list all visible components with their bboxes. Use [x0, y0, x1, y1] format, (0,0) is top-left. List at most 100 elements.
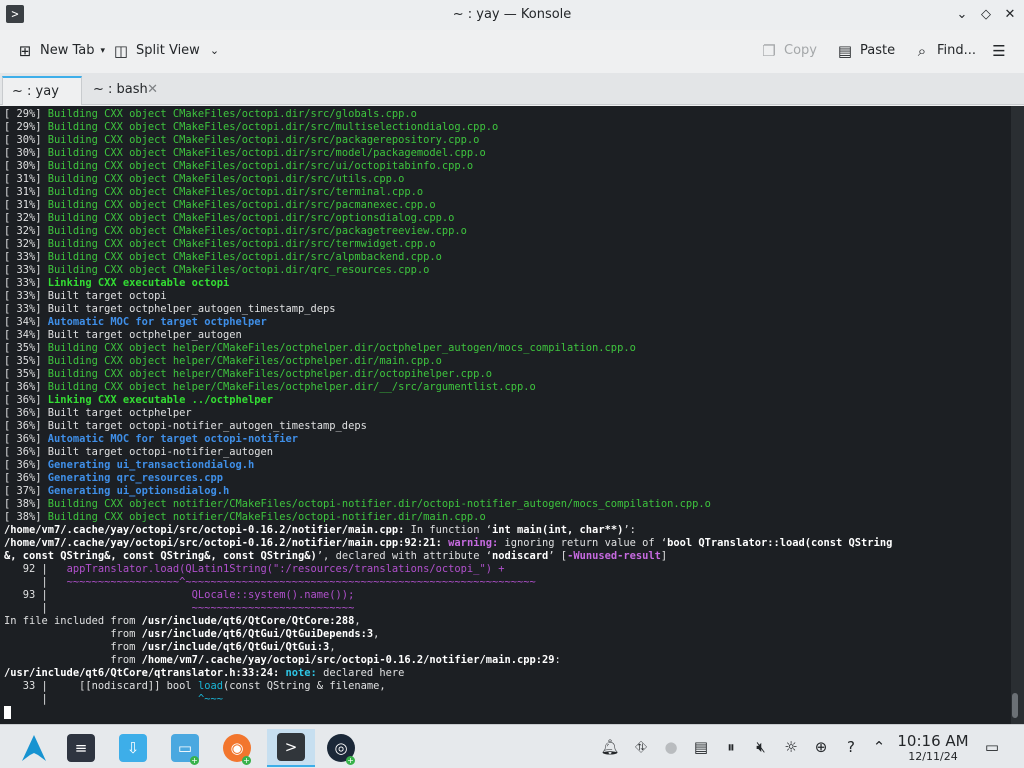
terminal-text-segment: 93 |	[4, 589, 192, 601]
terminal-line: [ 33%] Building CXX object CMakeFiles/oc…	[4, 251, 1008, 264]
terminal-text-segment: /home/vm7/.cache/yay/octopi/src/octopi-0…	[141, 654, 555, 666]
terminal-text-segment: [ 34%] Built target octphelper_autogen	[4, 329, 242, 341]
terminal-text-segment: from	[4, 628, 142, 640]
copy-button[interactable]: ❐ Copy	[760, 39, 817, 63]
terminal-text-segment: Building CXX object CMakeFiles/octopi.di…	[47, 212, 455, 224]
terminal-line: [ 38%] Building CXX object notifier/CMak…	[4, 498, 1008, 511]
terminal-line: [ 36%] Generating ui_transactiondialog.h	[4, 459, 1008, 472]
terminal-line: [ 36%] Built target octphelper	[4, 407, 1008, 420]
terminal-text-segment: declared here	[316, 667, 405, 679]
terminal-text-segment: [ 30%]	[4, 134, 48, 146]
terminal-scrollbar[interactable]	[1011, 106, 1024, 724]
paste-icon: ▤	[837, 42, 853, 60]
terminal-text-segment: |	[4, 576, 67, 588]
terminal-text-segment: Building CXX object CMakeFiles/octopi.di…	[47, 186, 424, 198]
help-icon[interactable]: ?	[841, 737, 861, 757]
terminal-text-segment: /usr/include/qt6/QtCore/qtranslator.h:33…	[4, 667, 280, 679]
find-button[interactable]: ⌕ Find...	[913, 39, 976, 63]
new-tab-button[interactable]: ⊞ New Tab ▾	[16, 39, 105, 63]
paste-button[interactable]: ▤ Paste	[836, 39, 895, 63]
terminal-view[interactable]: [ 29%] Building CXX object CMakeFiles/oc…	[0, 106, 1024, 724]
terminal-text-segment: [ 36%]	[4, 472, 48, 484]
terminal-line: 92 | appTranslator.load(QLatin1String(":…	[4, 563, 1008, 576]
brightness-icon[interactable]: ☼	[781, 737, 801, 757]
terminal-text-segment: [ 30%]	[4, 147, 48, 159]
tab-bar: ~ : yay ~ : bash ✕	[0, 73, 1024, 105]
steam-tray-icon[interactable]: ●	[661, 737, 681, 757]
show-desktop-icon[interactable]: ▭	[982, 737, 1002, 757]
terminal-text-segment: [ 33%] Built target octphelper_autogen_t…	[4, 303, 336, 315]
launch-badge-icon: +	[346, 756, 355, 765]
terminal-text-segment: [ 31%]	[4, 199, 48, 211]
terminal-text-segment: Building CXX object helper/CMakeFiles/oc…	[47, 381, 536, 393]
copy-label: Copy	[784, 43, 817, 58]
hamburger-menu-button[interactable]: ☰	[990, 39, 1008, 63]
task-dolphin[interactable]: ▭ +	[165, 729, 205, 767]
clipboard-icon[interactable]: ▤	[691, 737, 711, 757]
application-launcher[interactable]	[14, 729, 54, 767]
tab-yay[interactable]: ~ : yay	[2, 76, 82, 105]
network-icon[interactable]: ⊕	[811, 737, 831, 757]
new-tab-icon: ⊞	[18, 42, 32, 60]
terminal-line: [ 36%] Built target octopi-notifier_auto…	[4, 420, 1008, 433]
kde-connect-icon[interactable]: ⛗	[631, 737, 651, 757]
terminal-text-segment: Automatic MOC for target octphelper	[47, 316, 267, 328]
terminal-text-segment: Generating ui_optionsdialog.h	[47, 485, 230, 497]
terminal-text-segment: [ 33%]	[4, 277, 48, 289]
terminal-line: [ 37%] Generating ui_optionsdialog.h	[4, 485, 1008, 498]
clock-date[interactable]: 12/11/24	[896, 750, 970, 763]
terminal-text-segment: Linking CXX executable ../octphelper	[47, 394, 274, 406]
terminal-output: [ 29%] Building CXX object CMakeFiles/oc…	[4, 108, 1008, 706]
terminal-text-segment: Generating qrc_resources.cpp	[47, 472, 223, 484]
volume-muted-icon[interactable]: 🔇︎	[751, 737, 771, 757]
terminal-text-segment: ’ [	[548, 550, 568, 562]
terminal-line: from /usr/include/qt6/QtGui/QtGui:3,	[4, 641, 1008, 654]
terminal-text-segment: ’:	[623, 524, 636, 536]
task-system-settings[interactable]: ≡	[61, 729, 101, 767]
terminal-text-segment: [ 32%]	[4, 225, 48, 237]
taskbar: ≡ ⇩ ▭ + ◉ + > ◎ + 🔔︎ ⛗ ● ▤ ⏸ 🔇︎ ☼ ⊕ ? ⌃ …	[0, 724, 1024, 768]
new-tab-label: New Tab	[40, 43, 95, 58]
terminal-text-segment: Building CXX object helper/CMakeFiles/oc…	[47, 355, 442, 367]
terminal-text-segment: [ 36%] Built target octopi-notifier_auto…	[4, 446, 273, 458]
chevron-down-icon: ▾	[100, 46, 106, 56]
terminal-text-segment: ’, declared with attribute ‘	[316, 550, 492, 562]
terminal-text-segment: |	[4, 602, 192, 614]
terminal-line: [ 30%] Building CXX object CMakeFiles/oc…	[4, 147, 1008, 160]
split-view-button[interactable]: ◫ Split View ⌄	[112, 39, 219, 63]
task-konsole[interactable]: >	[267, 729, 315, 767]
terminal-text-segment: In file included from	[4, 615, 142, 627]
media-pause-icon[interactable]: ⏸	[721, 737, 741, 757]
terminal-text-segment: [ 36%]	[4, 394, 48, 406]
chevron-up-icon[interactable]: ⌃	[869, 737, 889, 757]
task-firefox[interactable]: ◉ +	[217, 729, 257, 767]
copy-icon: ❐	[762, 42, 776, 60]
konsole-window: > ~ : yay — Konsole ⌄ ◇ ✕ ⊞ New Tab ▾ ◫ …	[0, 0, 1024, 724]
close-icon[interactable]: ✕	[1000, 5, 1020, 25]
terminal-line: [ 33%] Building CXX object CMakeFiles/oc…	[4, 264, 1008, 277]
terminal-text-segment: Building CXX object CMakeFiles/octopi.di…	[47, 173, 405, 185]
terminal-text-segment: /usr/include/qt6/QtGui/QtGui:3	[141, 641, 330, 653]
minimize-icon[interactable]: ⌄	[952, 5, 972, 25]
task-discover[interactable]: ⇩	[113, 729, 153, 767]
terminal-text-segment: Building CXX object notifier/CMakeFiles/…	[47, 498, 711, 510]
terminal-text-segment: appTranslator.load(QLatin1String(":/reso…	[66, 563, 505, 575]
terminal-text-segment: warning:	[448, 537, 499, 549]
terminal-text-segment: [ 36%]	[4, 459, 48, 471]
terminal-line: [ 33%] Linking CXX executable octopi	[4, 277, 1008, 290]
terminal-text-segment: |	[4, 693, 198, 705]
tab-bash[interactable]: ~ : bash ✕	[84, 76, 164, 105]
terminal-text-segment: [ 31%]	[4, 173, 48, 185]
terminal-line: [ 34%] Built target octphelper_autogen	[4, 329, 1008, 342]
close-tab-icon[interactable]: ✕	[147, 76, 158, 104]
clock-time[interactable]: 10:16 AM	[896, 732, 970, 750]
maximize-icon[interactable]: ◇	[976, 5, 996, 25]
terminal-text-segment: [ 37%]	[4, 485, 48, 497]
terminal-text-segment: [ 34%]	[4, 316, 48, 328]
terminal-line: /home/vm7/.cache/yay/octopi/src/octopi-0…	[4, 537, 1008, 550]
konsole-icon: >	[277, 733, 305, 761]
task-steam[interactable]: ◎ +	[321, 729, 361, 767]
notifications-bell-icon[interactable]: 🔔︎	[600, 737, 620, 757]
chevron-down-icon: ⌄	[209, 44, 220, 57]
scrollbar-thumb[interactable]	[1012, 693, 1018, 718]
